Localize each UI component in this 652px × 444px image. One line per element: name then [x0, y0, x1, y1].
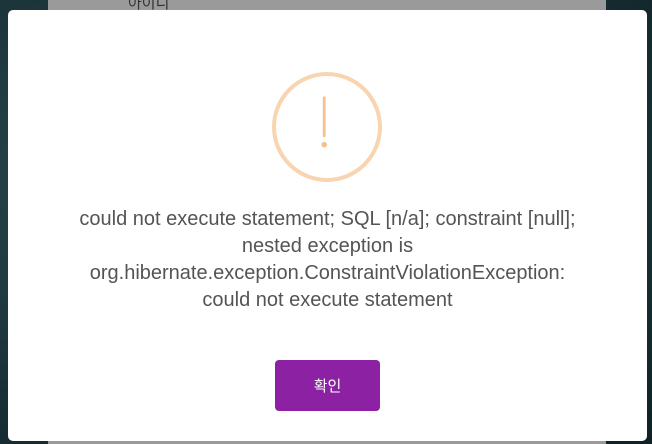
alert-dialog: could not execute statement; SQL [n/a]; …: [8, 10, 647, 441]
alert-message-line: nested exception is: [241, 235, 414, 257]
alert-message: could not execute statement; SQL [n/a]; …: [28, 206, 627, 314]
alert-message-line: could not execute statement; SQL [n/a]; …: [79, 208, 576, 230]
confirm-button[interactable]: 확인: [275, 360, 380, 411]
exclamation-mark: [321, 96, 327, 148]
alert-message-line: could not execute statement: [202, 289, 453, 311]
warning-icon: [272, 72, 382, 182]
alert-message-line: org.hibernate.exception.ConstraintViolat…: [89, 262, 566, 284]
